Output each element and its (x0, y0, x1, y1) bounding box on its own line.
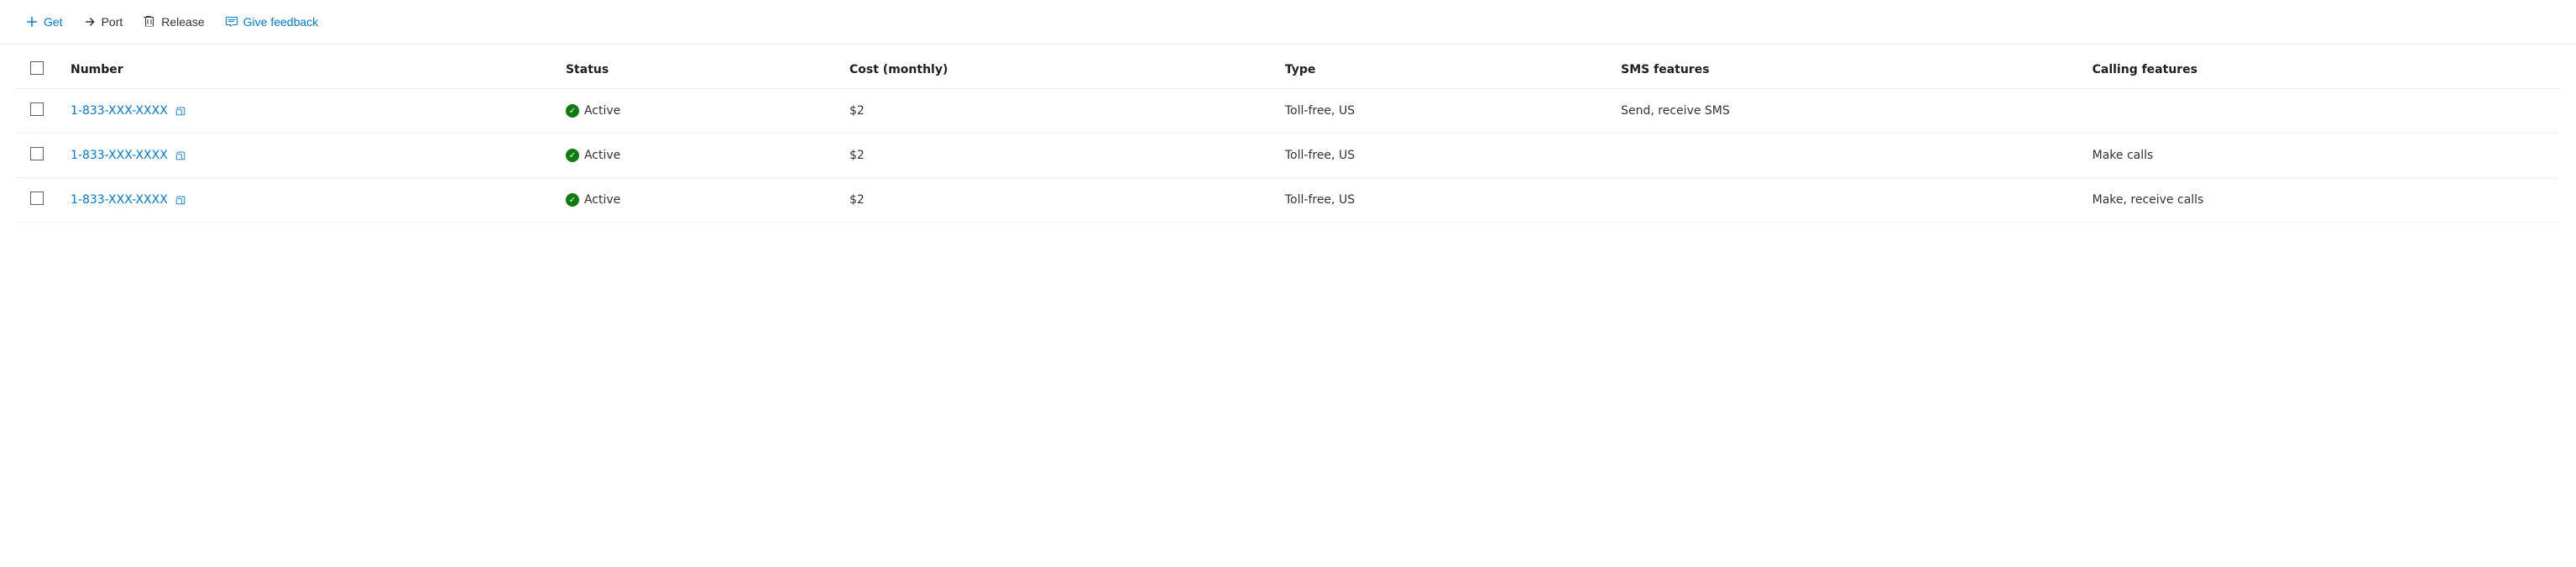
row-checkbox-cell (17, 178, 57, 223)
row-sms: Send, receive SMS (1607, 89, 2078, 134)
header-checkbox[interactable] (30, 61, 44, 75)
row-status: Active (552, 178, 836, 223)
table-row: 1-833-XXX-XXXX Active $2 Toll-free, US M… (17, 178, 2559, 223)
toolbar: Get Port Release Give feedback (0, 0, 2576, 45)
row-calling (2079, 89, 2559, 134)
copy-icon[interactable] (175, 194, 186, 206)
table-row: 1-833-XXX-XXXX Active $2 Toll-free, US S… (17, 89, 2559, 134)
phone-number-link[interactable]: 1-833-XXX-XXXX (71, 149, 168, 162)
header-status: Status (552, 51, 836, 89)
arrow-right-icon (83, 15, 97, 29)
trash-icon (143, 15, 156, 29)
plus-icon (25, 15, 39, 29)
row-cost: $2 (836, 178, 1272, 223)
row-type: Toll-free, US (1272, 178, 1607, 223)
active-status-icon (566, 104, 579, 118)
feedback-icon (225, 15, 238, 29)
row-type: Toll-free, US (1272, 134, 1607, 178)
table-header-row: Number Status Cost (monthly) Type SMS fe… (17, 51, 2559, 89)
row-checkbox[interactable] (30, 147, 44, 160)
row-sms (1607, 134, 2078, 178)
numbers-table: Number Status Cost (monthly) Type SMS fe… (17, 51, 2559, 223)
status-text: Active (584, 193, 620, 207)
phone-number-link[interactable]: 1-833-XXX-XXXX (71, 193, 168, 207)
row-status: Active (552, 134, 836, 178)
row-number: 1-833-XXX-XXXX (57, 178, 552, 223)
release-button[interactable]: Release (134, 10, 212, 34)
table-row: 1-833-XXX-XXXX Active $2 Toll-free, US M… (17, 134, 2559, 178)
active-status-icon (566, 149, 579, 162)
row-type: Toll-free, US (1272, 89, 1607, 134)
row-checkbox[interactable] (30, 192, 44, 205)
status-text: Active (584, 104, 620, 118)
row-number: 1-833-XXX-XXXX (57, 89, 552, 134)
feedback-button[interactable]: Give feedback (217, 10, 327, 34)
header-checkbox-cell (17, 51, 57, 89)
status-text: Active (584, 149, 620, 162)
active-status-icon (566, 193, 579, 207)
copy-icon[interactable] (175, 150, 186, 161)
row-sms (1607, 178, 2078, 223)
header-number: Number (57, 51, 552, 89)
row-calling: Make, receive calls (2079, 178, 2559, 223)
row-cost: $2 (836, 89, 1272, 134)
feedback-label: Give feedback (243, 15, 319, 29)
release-label: Release (161, 15, 204, 29)
row-cost: $2 (836, 134, 1272, 178)
port-button[interactable]: Port (75, 10, 132, 34)
numbers-table-container: Number Status Cost (monthly) Type SMS fe… (0, 45, 2576, 229)
header-type: Type (1272, 51, 1607, 89)
row-status: Active (552, 89, 836, 134)
header-cost: Cost (monthly) (836, 51, 1272, 89)
get-button[interactable]: Get (17, 10, 71, 34)
row-number: 1-833-XXX-XXXX (57, 134, 552, 178)
copy-icon[interactable] (175, 105, 186, 117)
phone-number-link[interactable]: 1-833-XXX-XXXX (71, 104, 168, 118)
header-sms: SMS features (1607, 51, 2078, 89)
port-label: Port (102, 15, 123, 29)
row-checkbox[interactable] (30, 102, 44, 116)
row-checkbox-cell (17, 134, 57, 178)
row-calling: Make calls (2079, 134, 2559, 178)
row-checkbox-cell (17, 89, 57, 134)
get-label: Get (44, 15, 63, 29)
header-calling: Calling features (2079, 51, 2559, 89)
